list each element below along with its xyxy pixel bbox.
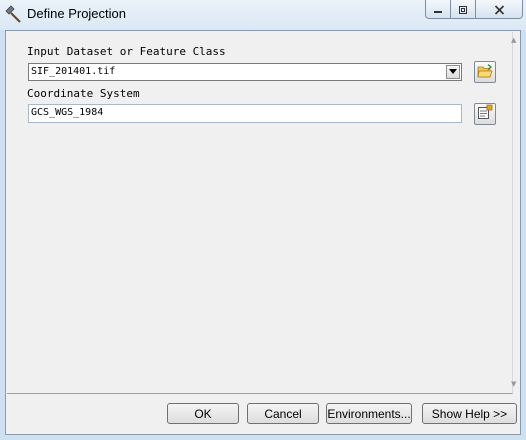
coordinate-system-field[interactable]: GCS_WGS_1984 (28, 104, 462, 123)
hammer-icon (5, 5, 23, 23)
parameters-panel: Input Dataset or Feature Class SIF_20140… (7, 32, 513, 394)
show-help-button[interactable]: Show Help >> (422, 403, 517, 424)
environments-button[interactable]: Environments... (326, 403, 412, 424)
browse-dataset-button[interactable] (474, 61, 496, 83)
minimize-icon (433, 0, 443, 19)
ok-button[interactable]: OK (167, 403, 239, 424)
title-bar: Define Projection (0, 0, 526, 30)
dropdown-button[interactable] (446, 65, 460, 79)
coordinate-properties-icon (477, 104, 493, 124)
cancel-button[interactable]: Cancel (247, 403, 319, 424)
input-dataset-value: SIF_201401.tif (31, 66, 116, 77)
minimize-button[interactable] (425, 0, 451, 19)
chevron-down-icon (449, 64, 457, 80)
window-title: Define Projection (27, 6, 126, 21)
coordinate-system-label: Coordinate System (27, 87, 140, 100)
folder-open-icon (477, 63, 493, 82)
vertical-scrollbar[interactable] (514, 32, 520, 394)
coordinate-system-properties-button[interactable] (474, 103, 496, 125)
scroll-down-arrow[interactable]: ▼ (511, 380, 516, 388)
close-button[interactable] (476, 0, 523, 19)
input-dataset-label: Input Dataset or Feature Class (27, 45, 226, 58)
scroll-up-arrow[interactable]: ▲ (511, 36, 516, 44)
dialog-frame: Input Dataset or Feature Class SIF_20140… (5, 30, 521, 435)
maximize-icon (458, 0, 468, 19)
close-icon (494, 0, 505, 19)
input-dataset-combobox[interactable]: SIF_201401.tif (28, 63, 462, 81)
maximize-button[interactable] (451, 0, 476, 19)
coordinate-system-value: GCS_WGS_1984 (31, 107, 104, 118)
